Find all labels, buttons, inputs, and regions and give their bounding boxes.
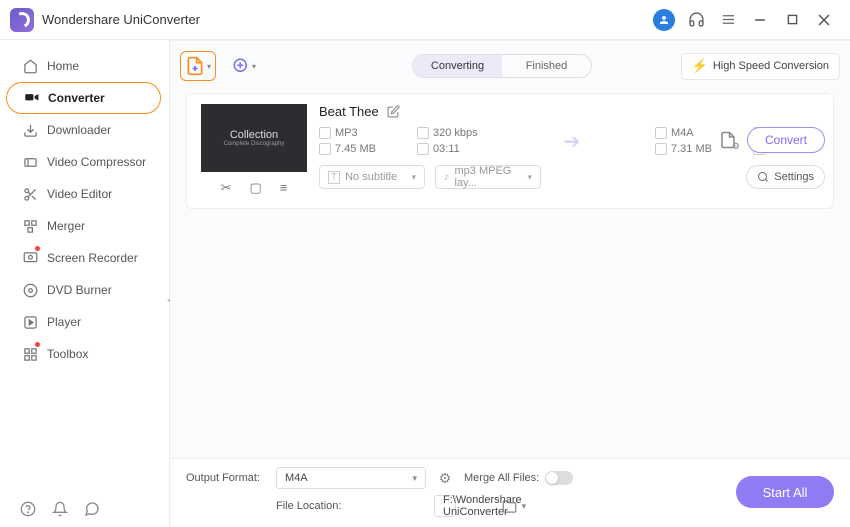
app-title: Wondershare UniConverter — [42, 12, 200, 27]
file-loc-label: File Location: — [276, 500, 426, 512]
add-dvd-button[interactable]: ▾ — [226, 51, 262, 81]
sidebar-item-compressor[interactable]: Video Compressor — [6, 146, 161, 178]
settings-button[interactable]: Settings — [746, 165, 825, 189]
support-icon[interactable] — [680, 4, 712, 36]
compress-icon — [20, 155, 40, 170]
sidebar-item-merger[interactable]: Merger — [6, 210, 161, 242]
record-icon — [20, 251, 40, 266]
notify-dot — [35, 246, 40, 251]
src-size: 7.45 MB — [319, 143, 391, 155]
merge-icon — [20, 219, 40, 234]
sidebar-item-dvd[interactable]: DVD Burner — [6, 274, 161, 306]
tgt-format: M4A — [655, 127, 727, 139]
src-format: MP3 — [319, 127, 391, 139]
bolt-icon: ⚡ — [692, 58, 708, 74]
download-icon — [20, 123, 40, 138]
trim-icon[interactable]: ✂ — [221, 180, 232, 196]
grid-icon — [20, 347, 40, 362]
sidebar-item-editor[interactable]: Video Editor — [6, 178, 161, 210]
effects-icon[interactable]: ≡ — [280, 180, 288, 196]
merge-label: Merge All Files: — [464, 472, 539, 484]
tgt-size: 7.31 MB — [655, 143, 727, 155]
play-icon — [20, 315, 40, 330]
sidebar-item-converter[interactable]: Converter — [6, 82, 161, 114]
crop-icon[interactable]: ▢ — [250, 180, 262, 196]
sidebar-item-home[interactable]: Home — [6, 50, 161, 82]
out-format-combo[interactable]: M4A▾ — [276, 467, 426, 489]
close-button[interactable] — [808, 4, 840, 36]
audio-combo[interactable]: ♪mp3 MPEG lay...▾ — [435, 165, 541, 189]
subtitle-combo[interactable]: TNo subtitle▾ — [319, 165, 425, 189]
thumbnail[interactable]: Collection Complete Discography — [201, 104, 307, 172]
maximize-button[interactable] — [776, 4, 808, 36]
start-all-button[interactable]: Start All — [736, 476, 834, 508]
file-loc-combo[interactable]: F:\Wondershare UniConverter▾ — [434, 495, 456, 517]
src-bitrate: 320 kbps — [417, 127, 489, 139]
titlebar: Wondershare UniConverter — [0, 0, 850, 40]
minimize-button[interactable] — [744, 4, 776, 36]
arrow-icon: ➔ — [559, 128, 585, 154]
home-icon — [20, 59, 40, 74]
output-settings-icon[interactable]: ⚙ — [719, 131, 737, 149]
tab-finished[interactable]: Finished — [502, 55, 591, 77]
sidebar-item-player[interactable]: Player — [6, 306, 161, 338]
main: ▾ ▾ Converting Finished ⚡ High Speed Con… — [170, 40, 850, 527]
scissors-icon — [20, 187, 40, 202]
open-folder-icon[interactable] — [502, 499, 517, 514]
src-duration: 03:11 — [417, 143, 489, 155]
add-file-button[interactable]: ▾ — [180, 51, 216, 81]
notify-dot — [35, 342, 40, 347]
user-avatar[interactable] — [648, 4, 680, 36]
menu-icon[interactable] — [712, 4, 744, 36]
caret-icon: ▾ — [207, 62, 211, 71]
out-format-label: Output Format: — [186, 472, 268, 484]
sidebar-bottom — [0, 501, 169, 517]
toolbar: ▾ ▾ Converting Finished ⚡ High Speed Con… — [180, 47, 840, 85]
app-logo — [10, 8, 34, 32]
converter-icon — [21, 91, 41, 106]
sidebar-item-recorder[interactable]: Screen Recorder — [6, 242, 161, 274]
sidebar-item-toolbox[interactable]: Toolbox — [6, 338, 161, 370]
toolbar-tabs: Converting Finished — [412, 54, 592, 78]
tab-converting[interactable]: Converting — [413, 55, 502, 77]
file-title: Beat Thee — [319, 104, 379, 119]
high-speed-button[interactable]: ⚡ High Speed Conversion — [681, 53, 840, 80]
out-format-gear[interactable]: ⚙ — [439, 470, 452, 487]
caret-icon: ▾ — [252, 62, 256, 71]
sidebar-item-downloader[interactable]: Downloader — [6, 114, 161, 146]
merge-toggle[interactable] — [545, 471, 573, 485]
disc-icon — [20, 283, 40, 298]
bell-icon[interactable] — [52, 501, 68, 517]
feedback-icon[interactable] — [84, 501, 100, 517]
convert-button[interactable]: Convert — [747, 127, 825, 153]
sidebar: Home Converter Downloader Video Compress… — [0, 40, 170, 527]
help-icon[interactable] — [20, 501, 36, 517]
bottom-bar: Output Format: M4A▾ ⚙ Merge All Files: S… — [170, 458, 850, 527]
file-card: Collection Complete Discography ✂ ▢ ≡ Be… — [186, 93, 834, 209]
edit-title-icon[interactable] — [387, 105, 400, 118]
